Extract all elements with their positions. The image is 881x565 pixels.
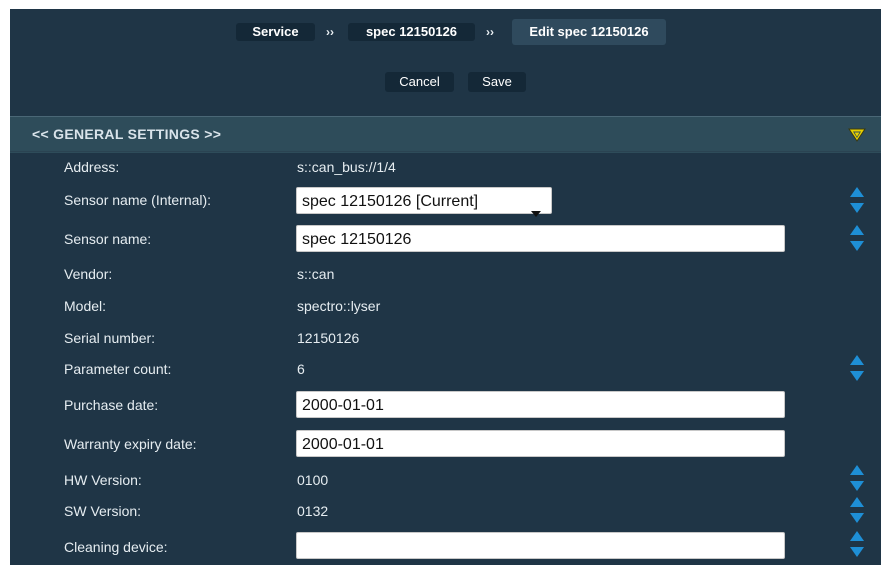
model-label: Model: <box>64 298 107 314</box>
breadcrumb-separator-icon: ›› <box>486 25 494 39</box>
warranty-expiry-date-input[interactable]: 2000-01-01 <box>296 430 785 457</box>
sensor-name-label: Sensor name: <box>64 231 152 247</box>
sort-up-down-icon[interactable] <box>850 187 864 213</box>
warranty-expiry-date-label: Warranty expiry date: <box>64 436 197 452</box>
sort-up-down-icon[interactable] <box>850 225 864 251</box>
general-settings-header[interactable]: << GENERAL SETTINGS >> <box>10 116 881 153</box>
hw-version-label: HW Version: <box>64 472 142 488</box>
sw-version-value: 0132 <box>297 503 329 519</box>
sensor-name-internal-select[interactable]: spec 12150126 [Current] <box>296 187 552 217</box>
sensor-name-input[interactable]: spec 12150126 <box>296 225 785 252</box>
sort-up-down-icon[interactable] <box>850 465 864 491</box>
save-button[interactable]: Save <box>468 72 526 92</box>
vendor-label: Vendor: <box>64 266 113 282</box>
sensor-name-internal-label: Sensor name (Internal): <box>64 192 212 208</box>
parameter-count-value: 6 <box>297 361 305 377</box>
breadcrumb-separator-icon: ›› <box>326 25 334 39</box>
address-label: Address: <box>64 159 120 175</box>
purchase-date-input[interactable]: 2000-01-01 <box>296 391 785 418</box>
parameter-count-label: Parameter count: <box>64 361 172 377</box>
vendor-value: s::can <box>297 266 335 282</box>
cleaning-device-input[interactable] <box>296 532 785 559</box>
sort-up-down-icon[interactable] <box>850 531 864 557</box>
sort-up-down-icon[interactable] <box>850 355 864 381</box>
sort-up-down-icon[interactable] <box>850 497 864 523</box>
hw-version-value: 0100 <box>297 472 329 488</box>
breadcrumb-sensor[interactable]: spec 12150126 <box>348 23 475 41</box>
main-panel: Service ›› spec 12150126 ›› Edit spec 12… <box>10 9 881 565</box>
serial-number-label: Serial number: <box>64 330 156 346</box>
cancel-button[interactable]: Cancel <box>385 72 454 92</box>
breadcrumb-edit-sensor: Edit spec 12150126 <box>512 19 666 45</box>
serial-number-value: 12150126 <box>297 330 360 346</box>
model-value: spectro::lyser <box>297 298 381 314</box>
dropdown-caret-icon <box>531 199 541 226</box>
breadcrumb: Service ›› spec 12150126 ›› Edit spec 12… <box>10 19 881 45</box>
sw-version-label: SW Version: <box>64 503 142 519</box>
purchase-date-label: Purchase date: <box>64 397 159 413</box>
section-title[interactable]: << GENERAL SETTINGS >> <box>32 126 221 142</box>
section-divider <box>10 151 881 152</box>
address-value: s::can_bus://1/4 <box>297 159 396 175</box>
triangle-down-icon[interactable] <box>848 128 866 147</box>
sensor-name-internal-selected: spec 12150126 [Current] <box>302 193 479 210</box>
cleaning-device-label: Cleaning device: <box>64 539 168 555</box>
breadcrumb-service[interactable]: Service <box>236 23 315 41</box>
